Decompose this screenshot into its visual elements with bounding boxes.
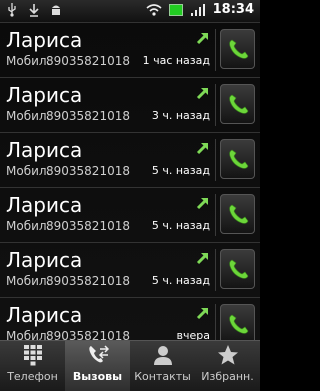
outgoing-call-arrow-icon	[196, 252, 209, 265]
call-button[interactable]	[220, 249, 255, 289]
call-time: 5 ч. назад	[151, 164, 210, 177]
call-button[interactable]	[220, 194, 255, 234]
status-bar: 18:34	[0, 0, 260, 23]
call-detail: Мобил.89035821018	[6, 329, 130, 340]
phone-number: 89035821018	[46, 274, 130, 288]
number-type: Мобил.	[6, 274, 51, 288]
contact-name: Лариса	[6, 248, 83, 272]
call-log-row[interactable]: Лариса Мобил.89035821018 вчера	[0, 298, 260, 340]
call-log-row[interactable]: Лариса Мобил.89035821018 5 ч. назад	[0, 188, 260, 243]
call-log-row[interactable]: Лариса Мобил.89035821018 5 ч. назад	[0, 243, 260, 298]
status-clock: 18:34	[212, 2, 254, 17]
call-button[interactable]	[220, 304, 255, 340]
call-time: 5 ч. назад	[151, 219, 210, 232]
call-time: 5 ч. назад	[151, 274, 210, 287]
star-icon	[217, 345, 238, 365]
call-time: 1 час назад	[142, 54, 210, 67]
call-detail: Мобил.89035821018	[6, 219, 130, 233]
number-type: Мобил.	[6, 109, 51, 123]
dialpad-icon	[23, 345, 42, 366]
calls-icon	[88, 345, 109, 363]
outgoing-call-arrow-icon	[196, 307, 209, 320]
outgoing-call-arrow-icon	[196, 32, 209, 45]
number-type: Мобил.	[6, 54, 51, 68]
contact-icon	[153, 346, 172, 365]
phone-number: 89035821018	[46, 164, 130, 178]
battery-icon	[168, 3, 183, 16]
contact-name: Лариса	[6, 303, 83, 327]
call-button[interactable]	[220, 139, 255, 179]
contact-name: Лариса	[6, 193, 83, 217]
tab-label: Вызовы	[72, 370, 123, 383]
call-detail: Мобил.89035821018	[6, 54, 130, 68]
row-divider	[215, 29, 216, 71]
tab-label: Телефон	[7, 370, 58, 383]
outgoing-call-arrow-icon	[196, 87, 209, 100]
phone-handset-icon	[228, 149, 248, 169]
signal-icon	[190, 3, 205, 16]
status-left-icons	[6, 3, 62, 17]
row-divider	[215, 84, 216, 126]
call-detail: Мобил.89035821018	[6, 164, 130, 178]
row-divider	[215, 194, 216, 236]
outgoing-call-arrow-icon	[196, 142, 209, 155]
phone-handset-icon	[228, 259, 248, 279]
phone-handset-icon	[228, 39, 248, 59]
call-log-row[interactable]: Лариса Мобил.89035821018 1 час назад	[0, 23, 260, 78]
number-type: Мобил.	[6, 329, 51, 340]
android-debug-icon	[50, 3, 62, 17]
contact-name: Лариса	[6, 28, 83, 52]
status-right-icons: 18:34	[146, 2, 254, 17]
call-detail: Мобил.89035821018	[6, 109, 130, 123]
call-time: 3 ч. назад	[151, 109, 210, 122]
row-divider	[215, 139, 216, 181]
call-log-list[interactable]: Лариса Мобил.89035821018 1 час назад Лар…	[0, 23, 260, 340]
phone-handset-icon	[228, 204, 248, 224]
call-log-row[interactable]: Лариса Мобил.89035821018 3 ч. назад	[0, 78, 260, 133]
tab-contacts[interactable]: Контакты	[130, 341, 195, 391]
usb-icon	[6, 3, 18, 17]
call-log-row[interactable]: Лариса Мобил.89035821018 5 ч. назад	[0, 133, 260, 188]
download-icon	[28, 3, 40, 17]
call-button[interactable]	[220, 29, 255, 69]
tab-label: Контакты	[134, 370, 191, 383]
phone-number: 89035821018	[46, 219, 130, 233]
outgoing-call-arrow-icon	[196, 197, 209, 210]
contact-name: Лариса	[6, 83, 83, 107]
number-type: Мобил.	[6, 219, 51, 233]
row-divider	[215, 249, 216, 291]
tab-favorites[interactable]: Избранн.	[195, 341, 260, 391]
phone-number: 89035821018	[46, 329, 130, 340]
call-detail: Мобил.89035821018	[6, 274, 130, 288]
call-time: вчера	[176, 329, 210, 340]
call-button[interactable]	[220, 84, 255, 124]
tab-phone[interactable]: Телефон	[0, 341, 65, 391]
tab-calls[interactable]: Вызовы	[65, 341, 130, 391]
phone-number: 89035821018	[46, 54, 130, 68]
phone-handset-icon	[228, 314, 248, 334]
bottom-tab-bar: Телефон Вызовы Контакты Избранн.	[0, 340, 260, 391]
phone-number: 89035821018	[46, 109, 130, 123]
contact-name: Лариса	[6, 138, 83, 162]
row-divider	[215, 304, 216, 340]
number-type: Мобил.	[6, 164, 51, 178]
tab-label: Избранн.	[201, 370, 254, 383]
phone-handset-icon	[228, 94, 248, 114]
wifi-icon	[146, 3, 162, 16]
